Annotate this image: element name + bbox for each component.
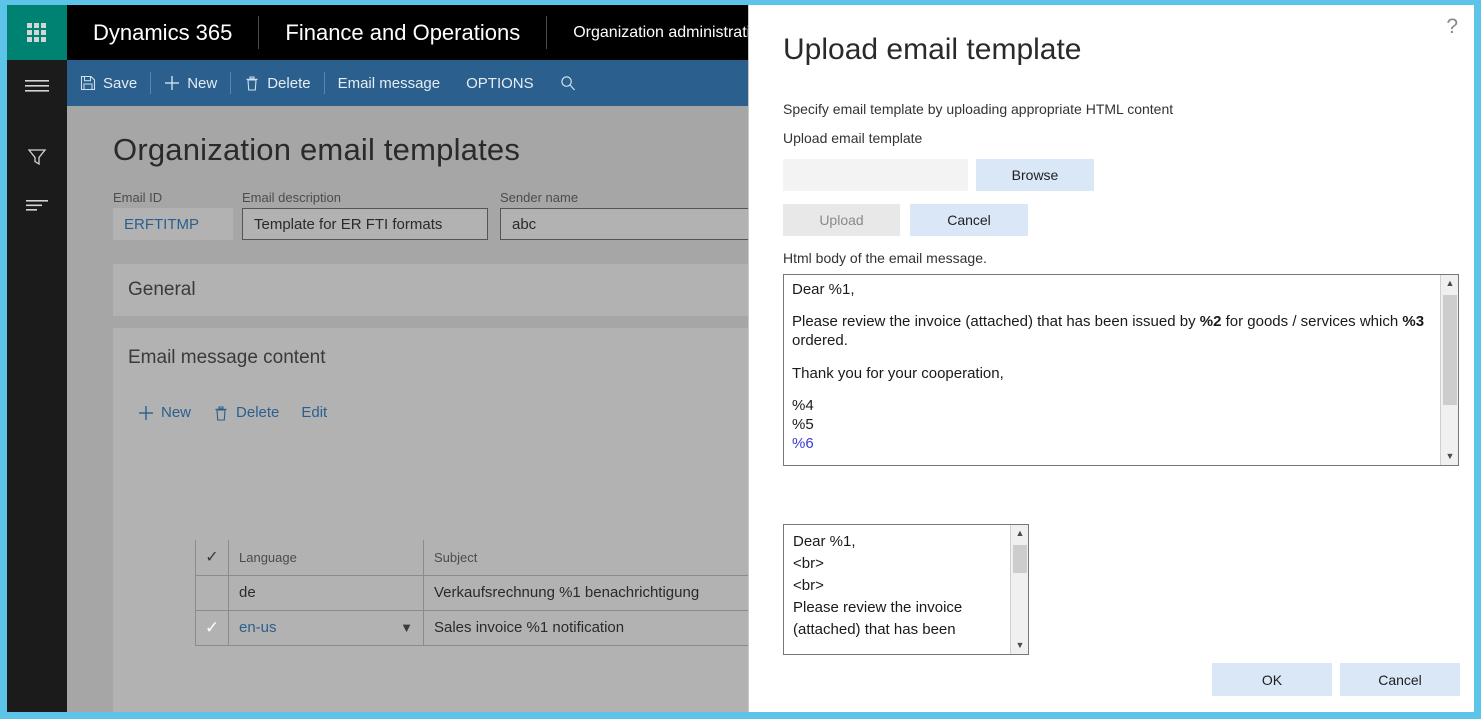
row-language-cell[interactable]: de (229, 575, 424, 610)
body-token-2: %2 (1200, 313, 1222, 330)
body-line-2-a: Please review the invoice (attached) tha… (792, 313, 1200, 330)
hamburger-icon (25, 78, 49, 94)
html-body-editor-content[interactable]: Dear %1, Please review the invoice (atta… (784, 275, 1440, 465)
plus-icon (164, 75, 180, 91)
scrollbar-thumb[interactable] (1443, 295, 1457, 405)
trash-icon (213, 405, 229, 421)
waffle-button[interactable] (7, 5, 67, 60)
field-email-id-value[interactable]: ERFTITMP (113, 208, 233, 240)
table-row[interactable]: de Verkaufsrechnung %1 benachrichtigung (196, 575, 820, 610)
html-body-scrollbar[interactable]: ▲ ▼ (1440, 275, 1458, 465)
page-title: Organization email templates (113, 132, 520, 168)
body-line-2: Please review the invoice (attached) tha… (792, 312, 1432, 350)
search-button[interactable] (547, 60, 589, 106)
body-line-4: %4 (792, 396, 1432, 415)
field-email-description-value[interactable]: Template for ER FTI formats (242, 208, 488, 240)
product-label[interactable]: Finance and Operations (259, 5, 546, 60)
field-email-description-label: Email description (242, 190, 488, 205)
column-header-language[interactable]: Language (229, 540, 424, 575)
upload-email-template-dialog: ? Upload email template Specify email te… (748, 5, 1474, 712)
dialog-title: Upload email template (783, 33, 1082, 67)
upload-button[interactable]: Upload (783, 204, 900, 236)
list-lines-icon (26, 197, 48, 213)
row-subject-cell[interactable]: Sales invoice %1 notification (424, 610, 764, 645)
body-line-2-e: ordered. (792, 332, 848, 349)
file-path-input[interactable] (783, 159, 968, 191)
ok-button[interactable]: OK (1212, 663, 1332, 696)
save-label: Save (103, 75, 137, 92)
scroll-up-arrow-icon[interactable]: ▲ (1441, 275, 1459, 292)
body-line-1: Dear %1, (792, 280, 1432, 299)
trash-icon (244, 75, 260, 91)
new-label: New (187, 75, 217, 92)
delete-button[interactable]: Delete (231, 60, 323, 106)
table-row[interactable]: ✓ en-us ▼ Sales invoice %1 notification (196, 610, 820, 645)
question-mark-icon[interactable]: ? (1446, 15, 1458, 39)
grid-edit-button[interactable]: Edit (301, 404, 327, 421)
filter-funnel-icon (27, 147, 47, 167)
section-content-title: Email message content (128, 347, 326, 368)
row-select-cell[interactable]: ✓ (196, 610, 229, 645)
grid-delete-label: Delete (236, 404, 279, 421)
cancel-upload-button[interactable]: Cancel (910, 204, 1028, 236)
html-source-scrollbar[interactable]: ▲ ▼ (1010, 525, 1028, 654)
chevron-down-icon[interactable]: ▼ (400, 620, 413, 635)
save-button[interactable]: Save (67, 60, 150, 106)
row-subject-cell[interactable]: Verkaufsrechnung %1 benachrichtigung (424, 575, 764, 610)
row-language-value: en-us (239, 619, 277, 636)
html-source-content[interactable]: Dear %1, <br> <br> Please review the inv… (784, 525, 1010, 647)
list-view-button[interactable] (7, 181, 67, 229)
grid-new-button[interactable]: New (138, 404, 191, 421)
column-header-select[interactable]: ✓ (196, 540, 229, 575)
filter-button[interactable] (7, 133, 67, 181)
screen-root: Dynamics 365 Finance and Operations Orga… (0, 0, 1481, 719)
scroll-up-arrow-icon[interactable]: ▲ (1011, 525, 1029, 542)
brand-label[interactable]: Dynamics 365 (67, 5, 258, 60)
browse-button[interactable]: Browse (976, 159, 1094, 191)
section-content-title-wrap: Email message content (128, 347, 326, 369)
cancel-button[interactable]: Cancel (1340, 663, 1460, 696)
grid-new-label: New (161, 404, 191, 421)
scroll-down-arrow-icon[interactable]: ▼ (1011, 637, 1029, 654)
check-all-icon: ✓ (205, 549, 218, 566)
table-header-row: ✓ Language Subject Has bo (196, 540, 820, 575)
save-disk-icon (80, 75, 96, 91)
email-message-tab[interactable]: Email message (325, 60, 454, 106)
html-body-label: Html body of the email message. (783, 250, 987, 266)
dialog-description: Specify email template by uploading appr… (783, 101, 1173, 117)
upload-field-label: Upload email template (783, 130, 922, 146)
section-general-title: General (128, 279, 196, 301)
body-line-3: Thank you for your cooperation, (792, 364, 1432, 383)
body-line-2-c: for goods / services which (1221, 313, 1402, 330)
field-email-id: Email ID ERFTITMP (113, 190, 233, 240)
grid-toolbar: New Delete Edit (138, 404, 327, 421)
column-header-subject[interactable]: Subject (424, 540, 764, 575)
new-button[interactable]: New (151, 60, 230, 106)
body-line-5: %5 (792, 415, 1432, 434)
row-select-cell[interactable] (196, 575, 229, 610)
row-language-cell[interactable]: en-us ▼ (229, 610, 424, 645)
options-tab[interactable]: OPTIONS (453, 60, 547, 106)
search-magnifier-icon (560, 75, 576, 91)
left-rail (7, 5, 67, 712)
email-message-grid: ✓ Language Subject Has bo de Verkaufsrec… (195, 540, 820, 646)
scroll-down-arrow-icon[interactable]: ▼ (1441, 448, 1459, 465)
delete-label: Delete (267, 75, 310, 92)
waffle-grid-icon (27, 23, 47, 43)
grid-delete-button[interactable]: Delete (213, 404, 279, 421)
field-email-description: Email description Template for ER FTI fo… (242, 190, 488, 240)
row-selected-check-icon: ✓ (205, 618, 219, 637)
plus-icon (138, 405, 154, 421)
html-body-editor[interactable]: Dear %1, Please review the invoice (atta… (783, 274, 1459, 466)
html-source-textarea[interactable]: Dear %1, <br> <br> Please review the inv… (783, 524, 1029, 655)
field-email-id-label: Email ID (113, 190, 233, 205)
scrollbar-thumb[interactable] (1013, 545, 1027, 573)
app-window: Dynamics 365 Finance and Operations Orga… (7, 5, 1474, 712)
body-line-6: %6 (792, 434, 1432, 453)
body-token-3: %3 (1402, 313, 1424, 330)
nav-pane-toggle-button[interactable] (7, 62, 67, 110)
